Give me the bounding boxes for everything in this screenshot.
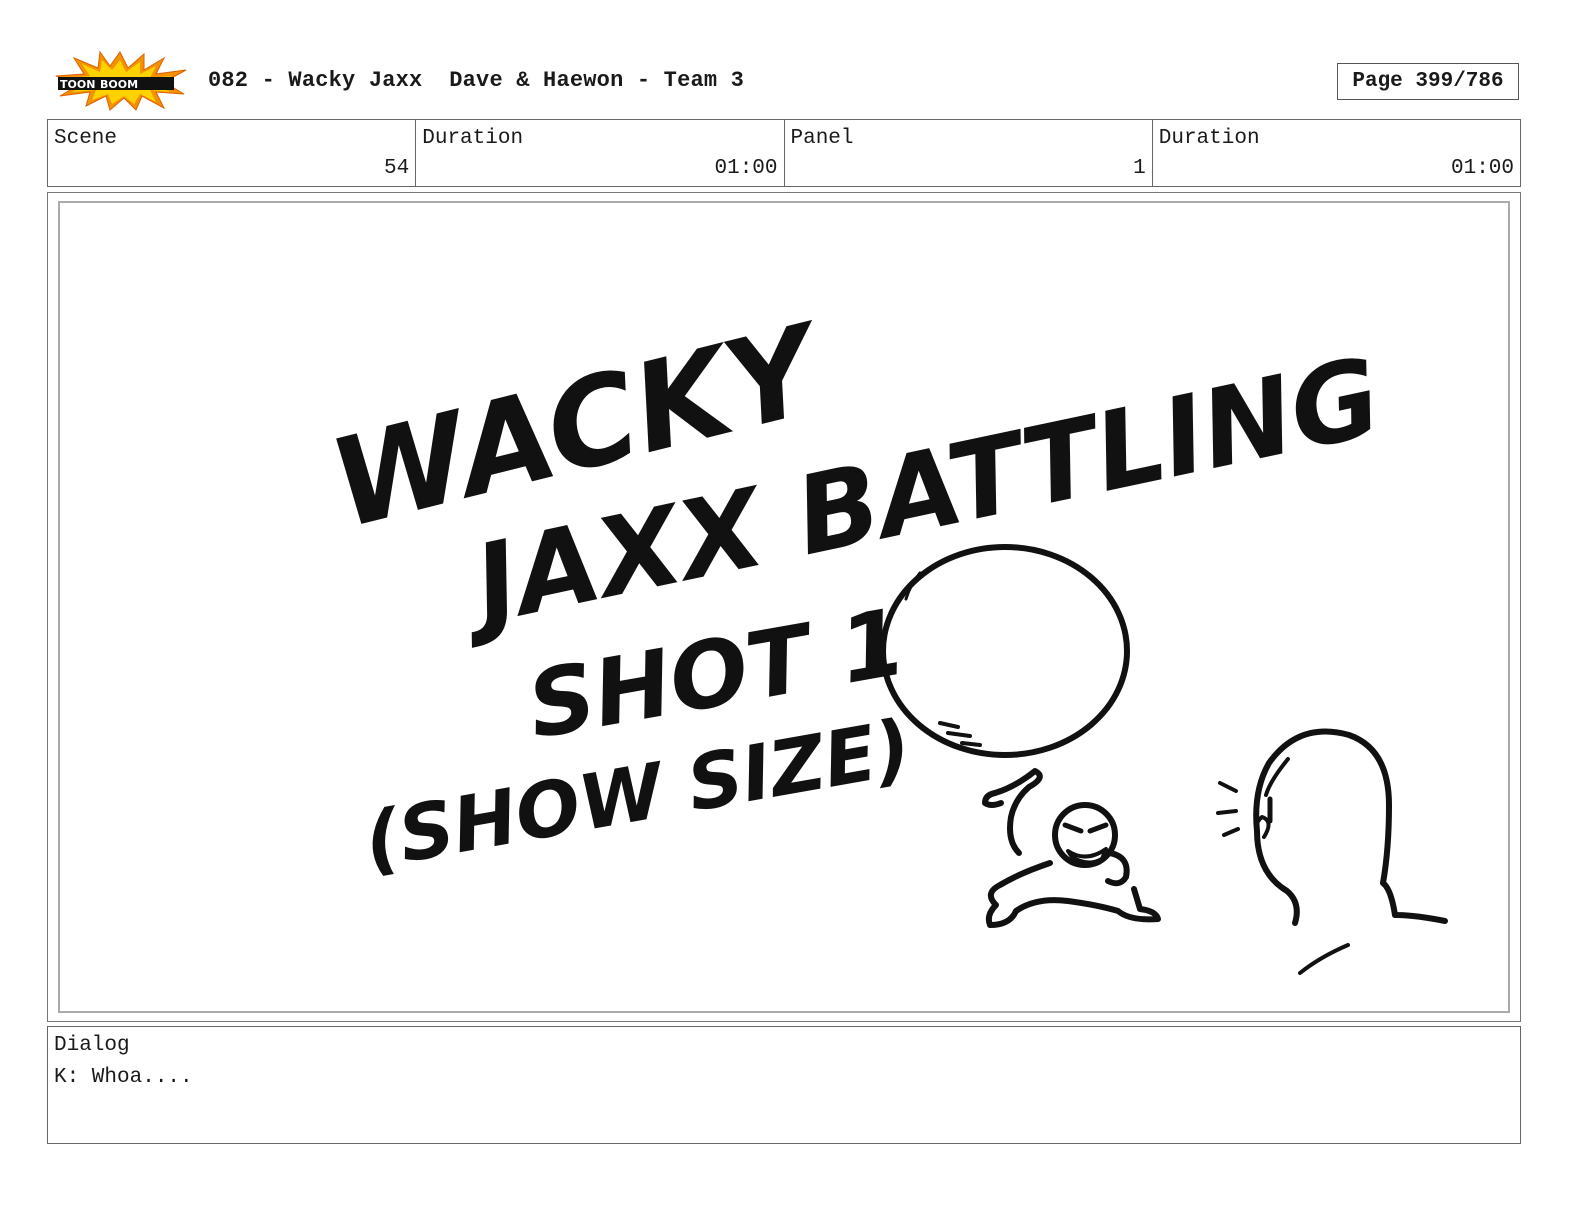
- logo-text-toon: TOON: [60, 78, 95, 91]
- info-cell-panel-duration: Duration 01:00: [1153, 120, 1520, 186]
- giant-ball-drawing: [880, 544, 1130, 758]
- info-value: 01:00: [714, 157, 778, 180]
- toon-boom-logo: TOON BOOM: [55, 50, 187, 111]
- logo-text-boom: BOOM: [100, 78, 138, 91]
- info-value: 01:00: [1450, 157, 1514, 180]
- dialog-text: K: Whoa....: [54, 1066, 193, 1089]
- info-cell-scene-duration: Duration 01:00: [416, 120, 785, 186]
- info-cell-panel: Panel 1: [785, 120, 1153, 186]
- info-value: 1: [1133, 157, 1146, 180]
- info-value: 54: [384, 157, 410, 180]
- page-number: Page 399/786: [1337, 63, 1519, 100]
- document-title: 082 - Wacky Jaxx Dave & Haewon - Team 3: [208, 68, 745, 93]
- info-label: Duration: [422, 127, 524, 150]
- dialog-box: Dialog K: Whoa....: [47, 1026, 1521, 1144]
- panel-sketch: WACKY JAXX BATTLING SHOT 1 (SHOW SIZE): [318, 296, 1448, 975]
- info-label: Scene: [54, 127, 118, 150]
- small-character-drawing: [982, 768, 1161, 928]
- dialog-label: Dialog: [54, 1034, 130, 1057]
- info-label: Panel: [790, 127, 854, 150]
- storyboard-panel: WACKY JAXX BATTLING SHOT 1 (SHOW SIZE): [58, 201, 1510, 1013]
- info-cell-scene: Scene 54: [48, 120, 417, 186]
- info-label: Duration: [1158, 127, 1260, 150]
- storyboard-panel-frame: WACKY JAXX BATTLING SHOT 1 (SHOW SIZE): [47, 192, 1521, 1022]
- onlooker-character-drawing: [1216, 728, 1448, 975]
- info-row: Scene 54 Duration 01:00 Panel 1 Duration…: [47, 119, 1521, 187]
